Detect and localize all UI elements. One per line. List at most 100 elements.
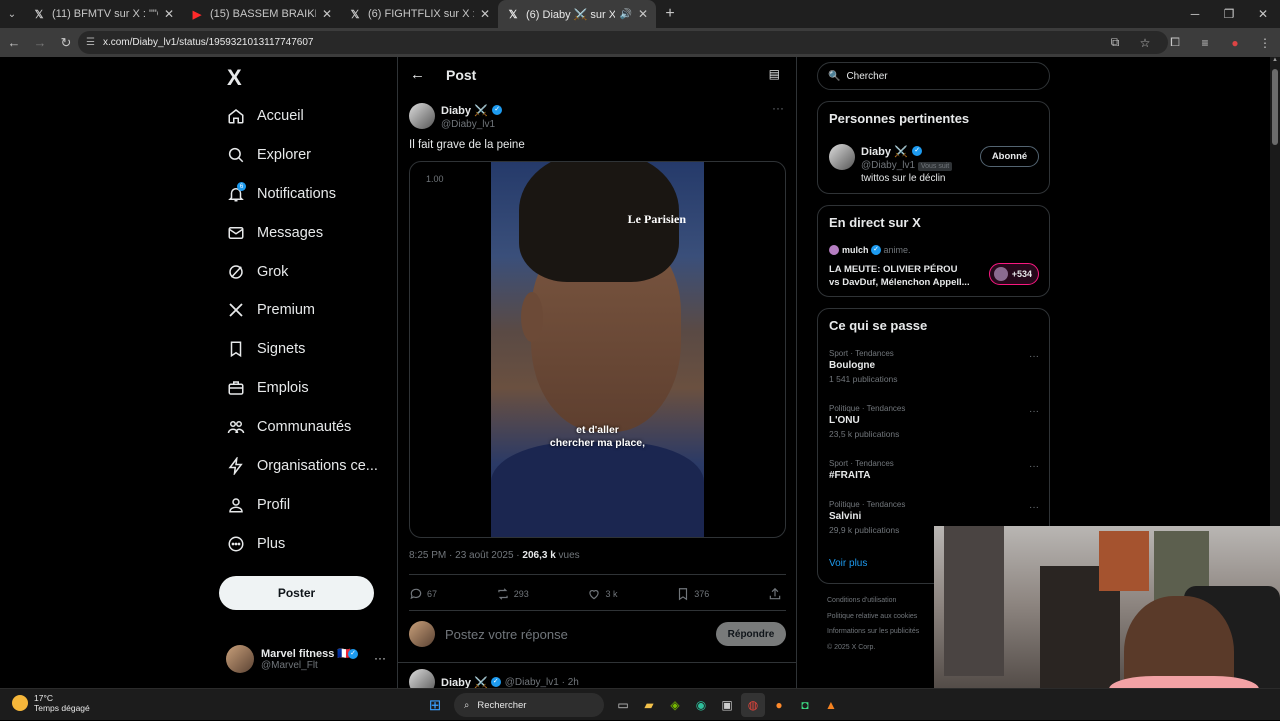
taskbar-search[interactable]: ⌕ Rechercher (454, 693, 604, 717)
search-input[interactable]: 🔍 Chercher (817, 62, 1050, 90)
sidebar-item-plus[interactable]: Plus (227, 532, 285, 556)
maximize-icon[interactable]: ❐ (1212, 0, 1246, 28)
url-input[interactable]: ☰ x.com/Diaby_lv1/status/195932101311774… (78, 31, 1168, 54)
reply-button[interactable]: 67 (409, 587, 437, 601)
file-explorer-icon[interactable]: ▰ (637, 693, 661, 717)
sidebar-item-premium[interactable]: Premium (227, 298, 315, 322)
reading-list-icon[interactable]: ≡ (1190, 36, 1220, 50)
author-name: Diaby ⚔️ (441, 105, 488, 117)
like-count: 3 k (605, 589, 618, 599)
post-more-icon[interactable]: ··· (772, 101, 784, 115)
browser-tab-bar: ⌄ 𝕏 (11) BFMTV sur X : ""On est dan ✕ ▶ … (0, 0, 1280, 28)
new-tab-button[interactable]: + (656, 5, 684, 23)
task-view-icon[interactable]: ▭ (611, 693, 635, 717)
extensions-icon[interactable]: ⧠ (1160, 35, 1190, 50)
verified-badge-icon: ✓ (492, 104, 503, 115)
trend-item[interactable]: Sport · Tendances #FRAITA ··· (829, 459, 1039, 481)
scroll-up-icon[interactable]: ▲ (1270, 57, 1280, 67)
post-author[interactable]: Diaby ⚔️ ✓ @Diaby_lv1 (409, 101, 503, 130)
live-host[interactable]: mulch ✓ anime. (829, 245, 911, 255)
reply-submit-button[interactable]: Répondre (716, 622, 786, 646)
trend-item[interactable]: Politique · Tendances L'ONU 23,5 k publi… (829, 404, 1039, 439)
vlc-icon[interactable]: ▲ (819, 693, 843, 717)
chat-app-icon[interactable]: ◘ (793, 693, 817, 717)
firefox-icon[interactable]: ● (767, 693, 791, 717)
x-logo-icon[interactable]: X (227, 65, 242, 91)
terms-link[interactable]: Conditions d'utilisation (827, 593, 937, 609)
edge-icon[interactable]: ◉ (689, 693, 713, 717)
following-button[interactable]: Abonné (980, 146, 1039, 167)
weather-widget[interactable]: 17°C Temps dégagé (12, 693, 90, 713)
sidebar-item-grok[interactable]: Grok (227, 260, 288, 284)
sidebar-item-label: Notifications (257, 186, 336, 202)
trend-item[interactable]: Sport · Tendances Boulogne 1 541 publica… (829, 349, 1039, 384)
menu-icon[interactable]: ⋮ (1250, 36, 1280, 50)
video-player[interactable]: 1.00 Le Parisien et d'aller chercher ma … (409, 161, 786, 538)
forward-icon[interactable]: → (28, 35, 52, 50)
close-icon[interactable]: ✕ (322, 7, 332, 21)
repost-count: 293 (513, 589, 529, 599)
minimize-icon[interactable]: ─ (1178, 0, 1212, 28)
sidebar-item-messages[interactable]: Messages (227, 221, 323, 245)
post-time[interactable]: 8:25 PM · 23 août 2025 · (409, 550, 522, 561)
sidebar-item-communautes[interactable]: Communautés (227, 415, 351, 439)
cast-icon[interactable]: ⧉ (1100, 35, 1130, 50)
reply-input[interactable]: Postez votre réponse (445, 627, 568, 642)
browser-tab[interactable]: ▶ (15) BASSEM BRAIKI LIVE TIKTO ✕ (182, 0, 340, 28)
browser-tab-active[interactable]: 𝕏 (6) Diaby ⚔️ sur X : "Il fait g 🔊 ✕ (498, 0, 656, 28)
account-switcher[interactable]: Marvel fitness 🇫🇷 @Marvel_Flt ✓ ··· (226, 641, 386, 677)
trend-more-icon[interactable]: ··· (1029, 406, 1039, 417)
close-icon[interactable]: ✕ (480, 7, 490, 21)
repost-button[interactable]: 293 (496, 587, 529, 601)
sidebar-item-label: Plus (257, 536, 286, 552)
sidebar-item-emplois[interactable]: Emplois (227, 376, 309, 400)
verified-badge-icon: ✓ (912, 145, 923, 156)
close-window-icon[interactable]: ✕ (1246, 0, 1280, 28)
reload-icon[interactable]: ↻ (54, 35, 78, 51)
scrollbar-thumb[interactable] (1272, 69, 1278, 145)
site-info-icon[interactable]: ☰ (86, 37, 95, 48)
host-name: mulch (842, 245, 869, 255)
sidebar-item-profil[interactable]: Profil (227, 493, 290, 517)
reply-tweet[interactable]: Diaby ⚔️ ✓ @Diaby_lv1 · 2h (409, 669, 579, 688)
cookies-link[interactable]: Politique relative aux cookies (827, 609, 937, 625)
sidebar-item-organisations[interactable]: Organisations ce... (227, 454, 378, 478)
browser-tab[interactable]: 𝕏 (6) FIGHTFLIX sur X : "Streamer ✕ (340, 0, 498, 28)
sidebar-item-explorer[interactable]: Explorer (227, 143, 311, 167)
close-icon[interactable]: ✕ (164, 7, 174, 21)
close-icon[interactable]: ✕ (638, 7, 648, 21)
video-ear (521, 292, 543, 342)
trend-more-icon[interactable]: ··· (1029, 461, 1039, 472)
trend-more-icon[interactable]: ··· (1029, 502, 1039, 513)
back-icon[interactable]: ← (2, 35, 26, 50)
bookmark-button[interactable]: 376 (676, 587, 709, 601)
back-arrow-icon[interactable]: ← (410, 66, 425, 83)
nvidia-icon[interactable]: ◈ (663, 693, 687, 717)
live-title-line: vs DavDuf, Mélenchon Appell... (829, 277, 970, 288)
chrome-icon[interactable]: ◍ (741, 693, 765, 717)
video-subtitle: et d'aller chercher ma place, (491, 424, 704, 450)
ads-info-link[interactable]: Informations sur les publicités (827, 624, 937, 640)
store-icon[interactable]: ▣ (715, 693, 739, 717)
share-button[interactable] (768, 587, 786, 601)
browser-tab[interactable]: 𝕏 (11) BFMTV sur X : ""On est dan ✕ (24, 0, 182, 28)
sidebar-item-accueil[interactable]: Accueil (227, 104, 304, 128)
search-placeholder: Chercher (846, 70, 888, 82)
playback-speed[interactable]: 1.00 (426, 174, 444, 184)
reader-mode-icon[interactable]: ▤ (769, 67, 780, 81)
trend-more-icon[interactable]: ··· (1029, 351, 1039, 362)
like-button[interactable]: 3 k (587, 587, 618, 601)
live-title[interactable]: LA MEUTE: OLIVIER PÉROU vs DavDuf, Mélen… (829, 263, 970, 289)
speaker-icon[interactable]: 🔊 (619, 9, 631, 20)
live-listeners-badge[interactable]: +534 (989, 263, 1039, 285)
sidebar-item-notifications[interactable]: 6 Notifications (227, 182, 336, 206)
star-icon[interactable]: ☆ (1130, 36, 1160, 50)
account-more-icon[interactable]: ··· (374, 651, 386, 665)
show-more-link[interactable]: Voir plus (829, 558, 867, 569)
sidebar-item-signets[interactable]: Signets (227, 337, 305, 361)
profile-icon[interactable]: ● (1220, 36, 1250, 50)
relevant-user[interactable]: Diaby ⚔️ ✓ @Diaby_lv1 Vous suit (829, 142, 953, 171)
windows-start-icon[interactable]: ⊞ (423, 693, 447, 717)
post-button[interactable]: Poster (219, 576, 374, 610)
tab-search-icon[interactable]: ⌄ (0, 0, 24, 28)
